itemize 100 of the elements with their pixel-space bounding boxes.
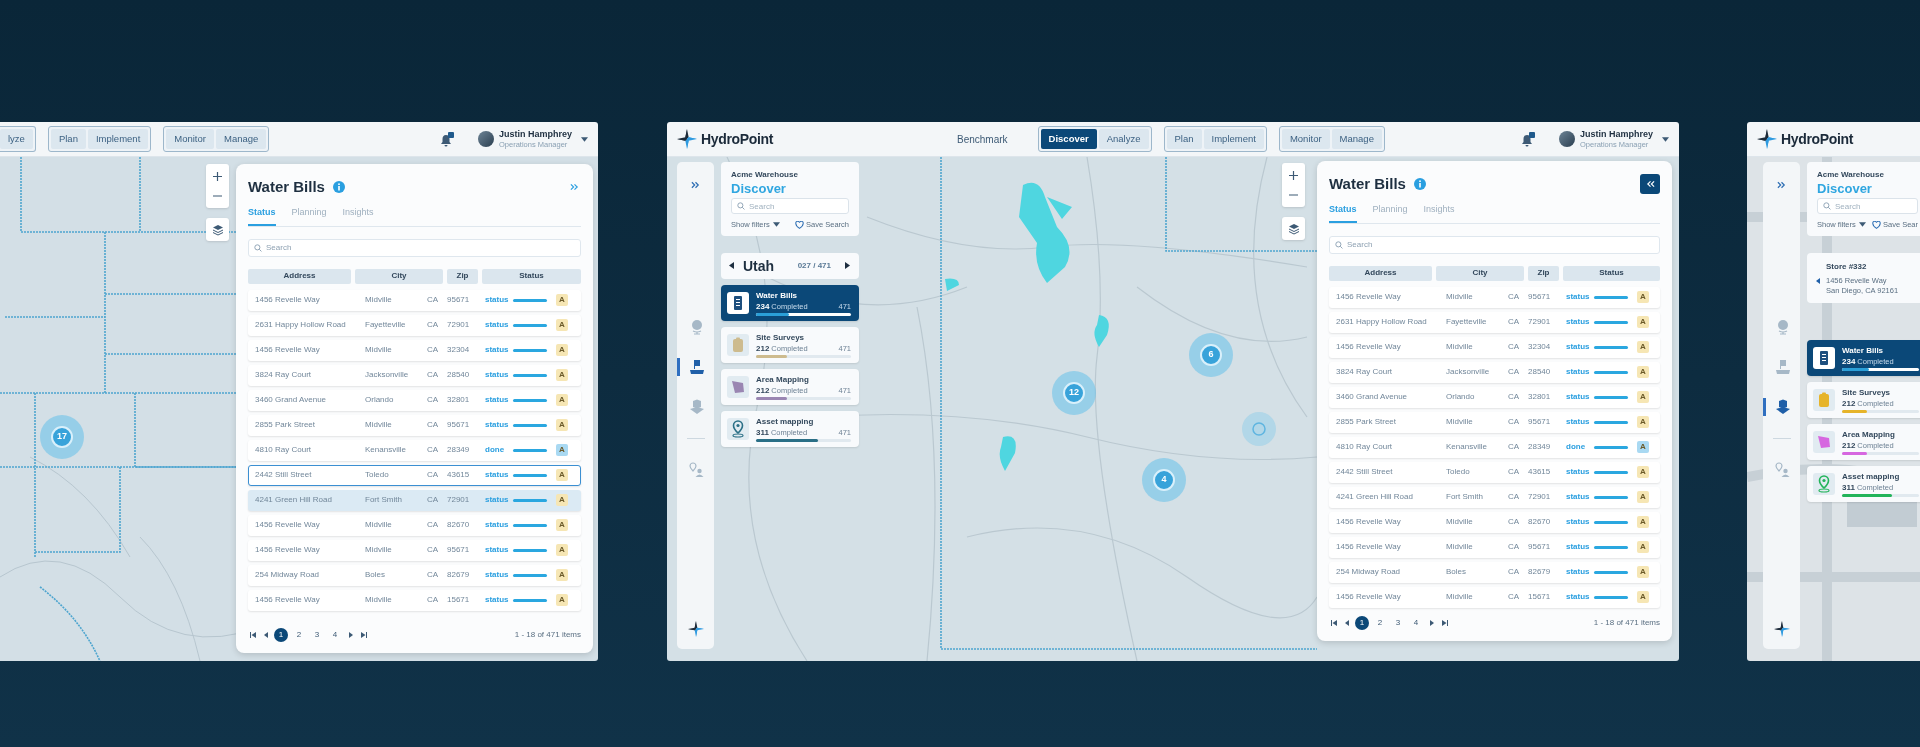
map-cluster-marker[interactable] — [1242, 412, 1276, 446]
info-icon[interactable] — [1413, 178, 1426, 190]
table-row[interactable]: 3824 Ray Court Jacksonville CA 28540 status A — [248, 364, 581, 386]
next-page-button[interactable] — [1427, 617, 1436, 629]
panel-tab[interactable]: Status — [1329, 203, 1357, 223]
status-link[interactable]: status — [485, 544, 513, 556]
column-header[interactable]: Status — [1563, 265, 1660, 281]
nav-tab[interactable]: lyze — [0, 129, 33, 149]
table-row[interactable]: 1456 Revelle Way Midville CA 32304 status A — [248, 339, 581, 361]
nav-tab[interactable]: Manage — [1331, 129, 1382, 149]
status-link[interactable]: status — [1566, 291, 1594, 303]
status-link[interactable]: status — [1566, 466, 1594, 478]
column-header[interactable]: City — [355, 268, 443, 284]
table-row[interactable]: 3460 Grand Avenue Orlando CA 32801 status A — [1329, 386, 1660, 408]
table-row[interactable]: 1456 Revelle Way Midville CA 15671 status A — [248, 589, 581, 611]
column-header[interactable]: Zip — [447, 268, 478, 284]
next-page-button[interactable] — [346, 629, 355, 641]
status-link[interactable]: status — [485, 319, 513, 331]
status-link[interactable]: status — [1566, 491, 1594, 503]
search-field[interactable]: Search — [1329, 235, 1660, 254]
table-row[interactable]: 4241 Green Hill Road Fort Smith CA 72901 status A — [248, 489, 581, 511]
column-header[interactable]: Status — [482, 268, 581, 284]
last-page-button[interactable] — [359, 629, 368, 641]
status-link[interactable]: status — [485, 344, 513, 356]
table-row[interactable]: 2442 Still Street Toledo CA 43615 status A — [1329, 461, 1660, 483]
column-header[interactable]: Address — [1329, 265, 1432, 281]
status-link[interactable]: status — [1566, 366, 1594, 378]
previous-region-button[interactable] — [729, 262, 735, 270]
column-header[interactable]: Zip — [1528, 265, 1559, 281]
last-page-button[interactable] — [1440, 617, 1449, 629]
panel-toggle-button[interactable] — [1640, 174, 1660, 194]
nav-tab[interactable]: Monitor — [166, 129, 214, 149]
page-button[interactable]: 2 — [1373, 616, 1387, 630]
table-row[interactable]: 3460 Grand Avenue Orlando CA 32801 status A — [248, 389, 581, 411]
first-page-button[interactable] — [248, 629, 257, 641]
nav-tab[interactable]: Monitor — [1281, 129, 1330, 149]
layers-button[interactable] — [1282, 217, 1305, 240]
page-button[interactable]: 4 — [328, 628, 342, 642]
table-row[interactable]: 2631 Happy Hollow Road Fayetteville CA 72901 status A — [1329, 311, 1660, 333]
table-row[interactable]: 254 Midway Road Boles CA 82679 status A — [1329, 561, 1660, 583]
search-field[interactable]: Search — [731, 198, 849, 214]
nav-tab[interactable]: Analyze — [1098, 129, 1149, 149]
column-header[interactable]: City — [1436, 265, 1524, 281]
table-row[interactable]: 1456 Revelle Way Midville CA 32304 status A — [1329, 336, 1660, 358]
table-row[interactable]: 4810 Ray Court Kenansville CA 28349 done A — [1329, 436, 1660, 458]
bell-icon[interactable] — [1520, 133, 1533, 147]
nav-tab[interactable]: Plan — [50, 129, 86, 149]
map-cluster-marker[interactable]: 4 — [1142, 458, 1186, 502]
map-cluster-marker[interactable]: 12 — [1052, 371, 1096, 415]
caret-left-icon[interactable] — [1816, 278, 1820, 284]
nav-tab[interactable]: Manage — [215, 129, 267, 149]
status-link[interactable]: status — [1566, 566, 1594, 578]
status-link[interactable]: status — [485, 594, 513, 606]
search-field[interactable]: Search — [248, 238, 581, 257]
first-page-button[interactable] — [1329, 617, 1338, 629]
nav-tab[interactable]: Implement — [1203, 129, 1264, 149]
page-button[interactable]: 3 — [1391, 616, 1405, 630]
status-link[interactable]: done — [485, 444, 513, 456]
status-link[interactable]: status — [1566, 541, 1594, 553]
table-row[interactable]: 2855 Park Street Midville CA 95671 status A — [248, 414, 581, 436]
search-field[interactable]: Search — [1817, 198, 1918, 214]
table-row[interactable]: 3824 Ray Court Jacksonville CA 28540 status A — [1329, 361, 1660, 383]
table-row[interactable]: 1456 Revelle Way Midville CA 82670 status A — [1329, 511, 1660, 533]
table-row[interactable]: 2631 Happy Hollow Road Fayetteville CA 72901 status A — [248, 314, 581, 336]
status-link[interactable]: done — [1566, 441, 1594, 453]
page-button[interactable]: 1 — [1355, 616, 1369, 630]
table-row[interactable]: 4241 Green Hill Road Fort Smith CA 72901 status A — [1329, 486, 1660, 508]
info-icon[interactable] — [332, 181, 345, 193]
table-row[interactable]: 2855 Park Street Midville CA 95671 status A — [1329, 411, 1660, 433]
status-link[interactable]: status — [1566, 341, 1594, 353]
map-cluster-marker[interactable]: 6 — [1189, 333, 1233, 377]
status-link[interactable]: status — [1566, 591, 1594, 603]
nav-tab[interactable]: Discover — [1040, 129, 1097, 149]
status-link[interactable]: status — [485, 469, 513, 481]
table-row[interactable]: 1456 Revelle Way Midville CA 95671 status A — [248, 539, 581, 561]
column-header[interactable]: Address — [248, 268, 351, 284]
table-row[interactable]: 1456 Revelle Way Midville CA 95671 status A — [1329, 286, 1660, 308]
table-row[interactable]: 2442 Still Street Toledo CA 43615 status A — [248, 464, 581, 486]
table-row[interactable]: 254 Midway Road Boles CA 82679 status A — [248, 564, 581, 586]
table-row[interactable]: 1456 Revelle Way Midville CA 15671 status A — [1329, 586, 1660, 608]
nav-tab[interactable]: Plan — [1166, 129, 1202, 149]
status-link[interactable]: status — [1566, 516, 1594, 528]
layers-button[interactable] — [206, 218, 229, 241]
panel-tab[interactable]: Status — [248, 206, 276, 226]
status-link[interactable]: status — [485, 569, 513, 581]
nav-tab[interactable]: Implement — [87, 129, 149, 149]
status-link[interactable]: status — [1566, 391, 1594, 403]
page-button[interactable]: 3 — [310, 628, 324, 642]
page-button[interactable]: 1 — [274, 628, 288, 642]
page-button[interactable]: 4 — [1409, 616, 1423, 630]
status-link[interactable]: status — [485, 419, 513, 431]
map-cluster-marker[interactable]: 17 — [40, 415, 84, 459]
status-link[interactable]: status — [485, 394, 513, 406]
status-link[interactable]: status — [1566, 416, 1594, 428]
bell-icon[interactable] — [439, 133, 452, 147]
nav-link[interactable]: Benchmark — [957, 131, 1008, 147]
status-link[interactable]: status — [485, 294, 513, 306]
table-row[interactable]: 1456 Revelle Way Midville CA 95671 status A — [248, 289, 581, 311]
table-row[interactable]: 4810 Ray Court Kenansville CA 28349 done A — [248, 439, 581, 461]
next-region-button[interactable] — [845, 262, 851, 270]
